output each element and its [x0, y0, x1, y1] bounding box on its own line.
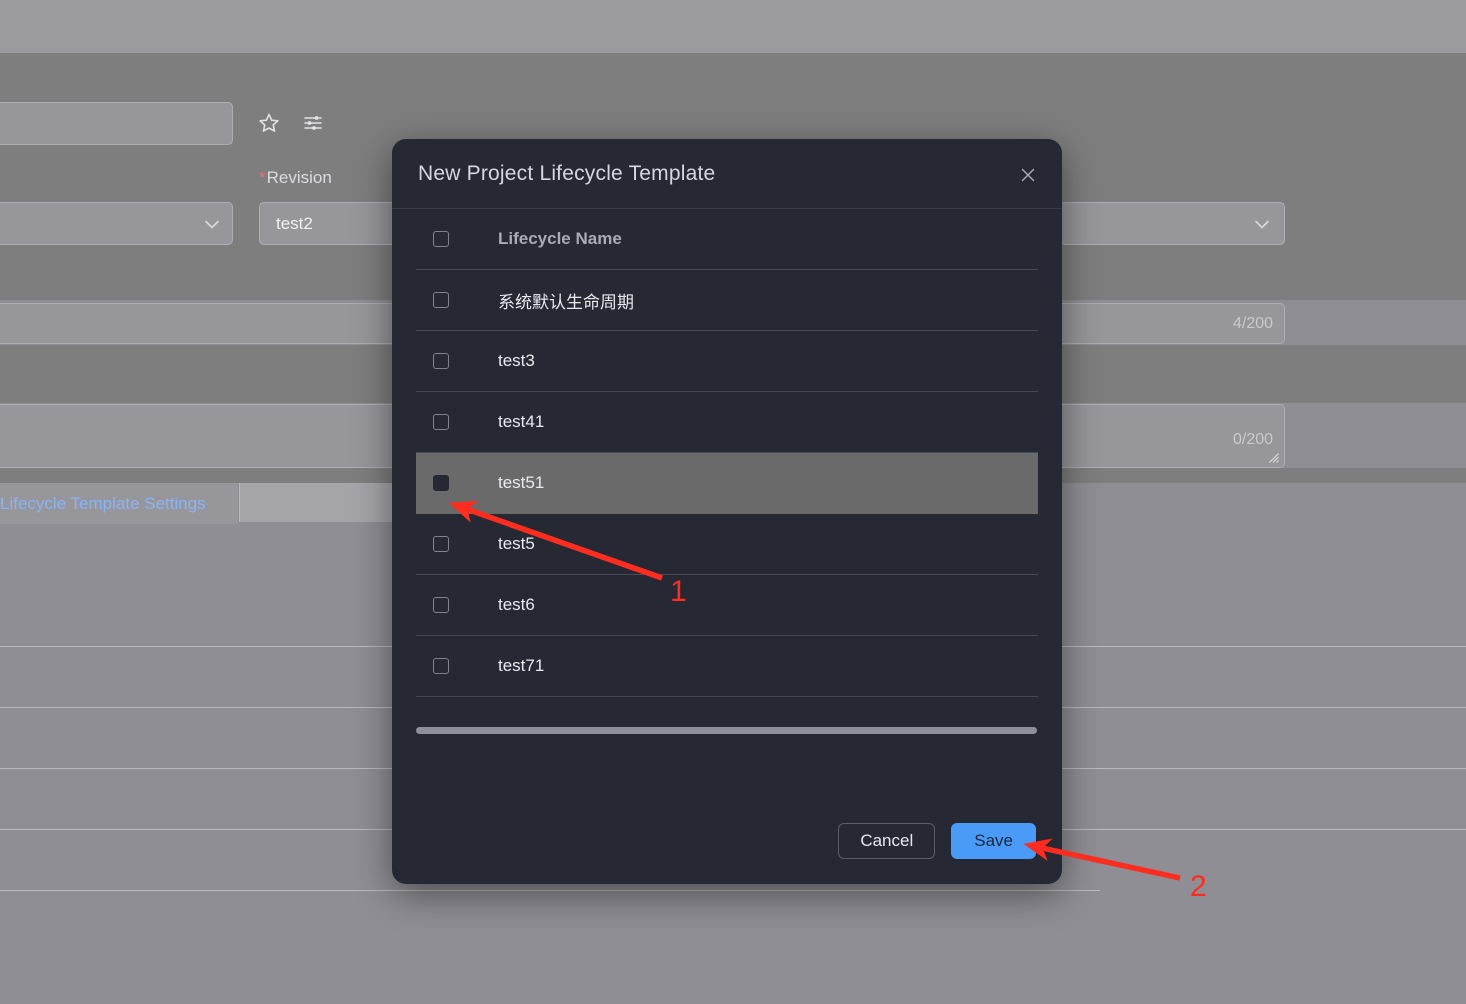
row-checkbox[interactable] [433, 475, 449, 491]
row-lifecycle-name: test3 [498, 351, 535, 370]
row-checkbox[interactable] [433, 597, 449, 613]
horizontal-scrollbar-track[interactable] [416, 727, 1038, 735]
select-all-cell [416, 231, 498, 247]
name-input-counter: 4/200 [1233, 315, 1274, 332]
table-header-row: Lifecycle Name [416, 209, 1038, 270]
resize-handle-icon[interactable] [1269, 453, 1279, 463]
row-checkbox-cell [416, 536, 498, 552]
row-checkbox-cell [416, 597, 498, 613]
revision-label-text: Revision [266, 168, 332, 187]
select-all-checkbox[interactable] [433, 231, 449, 247]
row-lifecycle-name: 系统默认生命周期 [498, 292, 634, 312]
close-icon[interactable] [1014, 161, 1042, 189]
dialog-header: New Project Lifecycle Template [392, 139, 1062, 209]
row-checkbox[interactable] [433, 414, 449, 430]
row-lifecycle-name: test6 [498, 595, 535, 614]
save-button[interactable]: Save [951, 823, 1036, 859]
revision-label: *Revision [259, 168, 332, 188]
table-row[interactable]: test71 [416, 636, 1038, 697]
row-lifecycle-name: test71 [498, 656, 545, 675]
bg-band-1 [0, 53, 1466, 98]
left-select-field[interactable] [0, 202, 233, 245]
row-checkbox-cell [416, 353, 498, 369]
description-counter: 0/200 [1233, 431, 1274, 448]
bg-table-row-divider-5 [0, 890, 1100, 891]
tab-lifecycle-template-settings[interactable]: Lifecycle Template Settings [0, 483, 238, 524]
row-checkbox-cell [416, 414, 498, 430]
row-checkbox[interactable] [433, 292, 449, 308]
row-checkbox[interactable] [433, 658, 449, 674]
row-checkbox[interactable] [433, 536, 449, 552]
dialog-footer: Cancel Save [392, 798, 1062, 884]
lifecycle-table: Lifecycle Name 系统默认生命周期 test3 test41 tes… [416, 209, 1038, 697]
row-checkbox[interactable] [433, 353, 449, 369]
sliders-filter-icon[interactable] [301, 111, 325, 140]
star-icon[interactable] [257, 111, 281, 140]
row-lifecycle-name: test5 [498, 534, 535, 553]
chevron-down-icon[interactable] [200, 212, 224, 241]
chevron-down-icon-right[interactable] [1250, 212, 1274, 241]
table-row[interactable]: test3 [416, 331, 1038, 392]
horizontal-scrollbar-thumb[interactable] [416, 727, 1037, 734]
tab-lifecycle-template-settings-label: Lifecycle Template Settings [0, 494, 206, 513]
row-checkbox-cell [416, 475, 498, 491]
dialog-body: Lifecycle Name 系统默认生命周期 test3 test41 tes… [392, 209, 1062, 735]
row-checkbox-cell [416, 658, 498, 674]
search-field[interactable] [0, 102, 233, 145]
table-row[interactable]: test5 [416, 514, 1038, 575]
table-row-hovered[interactable]: test51 [416, 453, 1038, 514]
cancel-button[interactable]: Cancel [838, 823, 936, 859]
table-row[interactable]: 系统默认生命周期 [416, 270, 1038, 331]
column-header-lifecycle-name: Lifecycle Name [498, 229, 622, 248]
table-row[interactable]: test6 [416, 575, 1038, 636]
new-project-lifecycle-template-dialog: New Project Lifecycle Template Lifecycle… [392, 139, 1062, 884]
table-row[interactable]: test41 [416, 392, 1038, 453]
row-lifecycle-name: test51 [498, 473, 545, 492]
row-lifecycle-name: test41 [498, 412, 545, 431]
revision-field-value: test2 [276, 214, 313, 233]
dialog-title: New Project Lifecycle Template [418, 162, 716, 185]
row-checkbox-cell [416, 292, 498, 308]
app-top-bar [0, 0, 1466, 53]
required-asterisk: * [259, 168, 266, 187]
